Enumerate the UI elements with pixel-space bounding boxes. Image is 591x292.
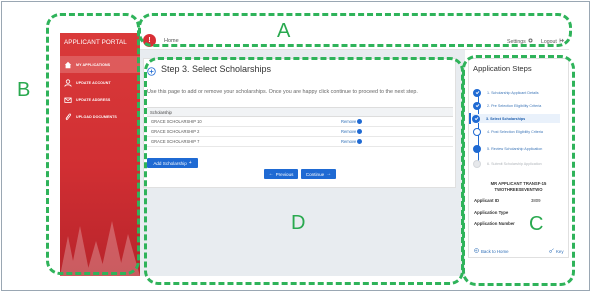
region-d-label: D [291,212,306,234]
region-a-label: A [277,20,291,42]
region-a-outline [138,13,572,47]
region-b-outline [46,13,140,275]
region-c-outline [462,55,575,286]
region-c-label: C [529,213,544,235]
region-b-label: B [17,79,31,101]
region-d-outline [144,57,464,285]
